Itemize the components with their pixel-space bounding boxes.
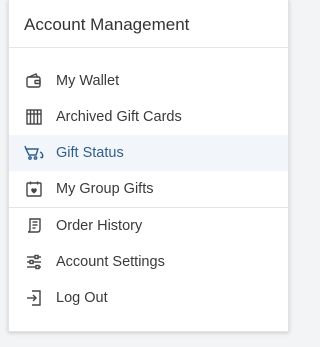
gift-status-icon xyxy=(24,143,44,163)
wallet-icon xyxy=(24,71,44,91)
menu-item-label: Account Settings xyxy=(56,254,165,270)
menu-item-label: Gift Status xyxy=(56,145,124,161)
menu-item-my-wallet[interactable]: My Wallet xyxy=(9,63,288,99)
menu-item-archived-gift-cards[interactable]: Archived Gift Cards xyxy=(9,99,288,135)
menu-item-label: My Group Gifts xyxy=(56,181,154,197)
menu-item-label: Order History xyxy=(56,218,143,234)
menu-item-account-settings[interactable]: Account Settings xyxy=(9,244,288,280)
panel-title: Account Management xyxy=(9,0,288,48)
group-gift-calendar-icon xyxy=(24,179,44,199)
menu-item-my-group-gifts[interactable]: My Group Gifts xyxy=(9,171,288,207)
receipt-icon xyxy=(24,216,44,236)
archive-icon xyxy=(24,107,44,127)
menu-item-label: Archived Gift Cards xyxy=(56,109,182,125)
sliders-icon xyxy=(24,252,44,272)
menu-item-label: My Wallet xyxy=(56,73,120,89)
menu-item-log-out[interactable]: Log Out xyxy=(9,280,288,316)
menu-item-gift-status[interactable]: Gift Status xyxy=(9,135,288,171)
account-menu: My Wallet Archived Gift Cards Gift Statu… xyxy=(9,48,288,316)
logout-icon xyxy=(24,288,44,308)
menu-item-label: Log Out xyxy=(56,290,108,306)
menu-item-order-history[interactable]: Order History xyxy=(9,208,288,244)
account-management-panel: Account Management My Wallet Archived Gi… xyxy=(8,0,289,332)
